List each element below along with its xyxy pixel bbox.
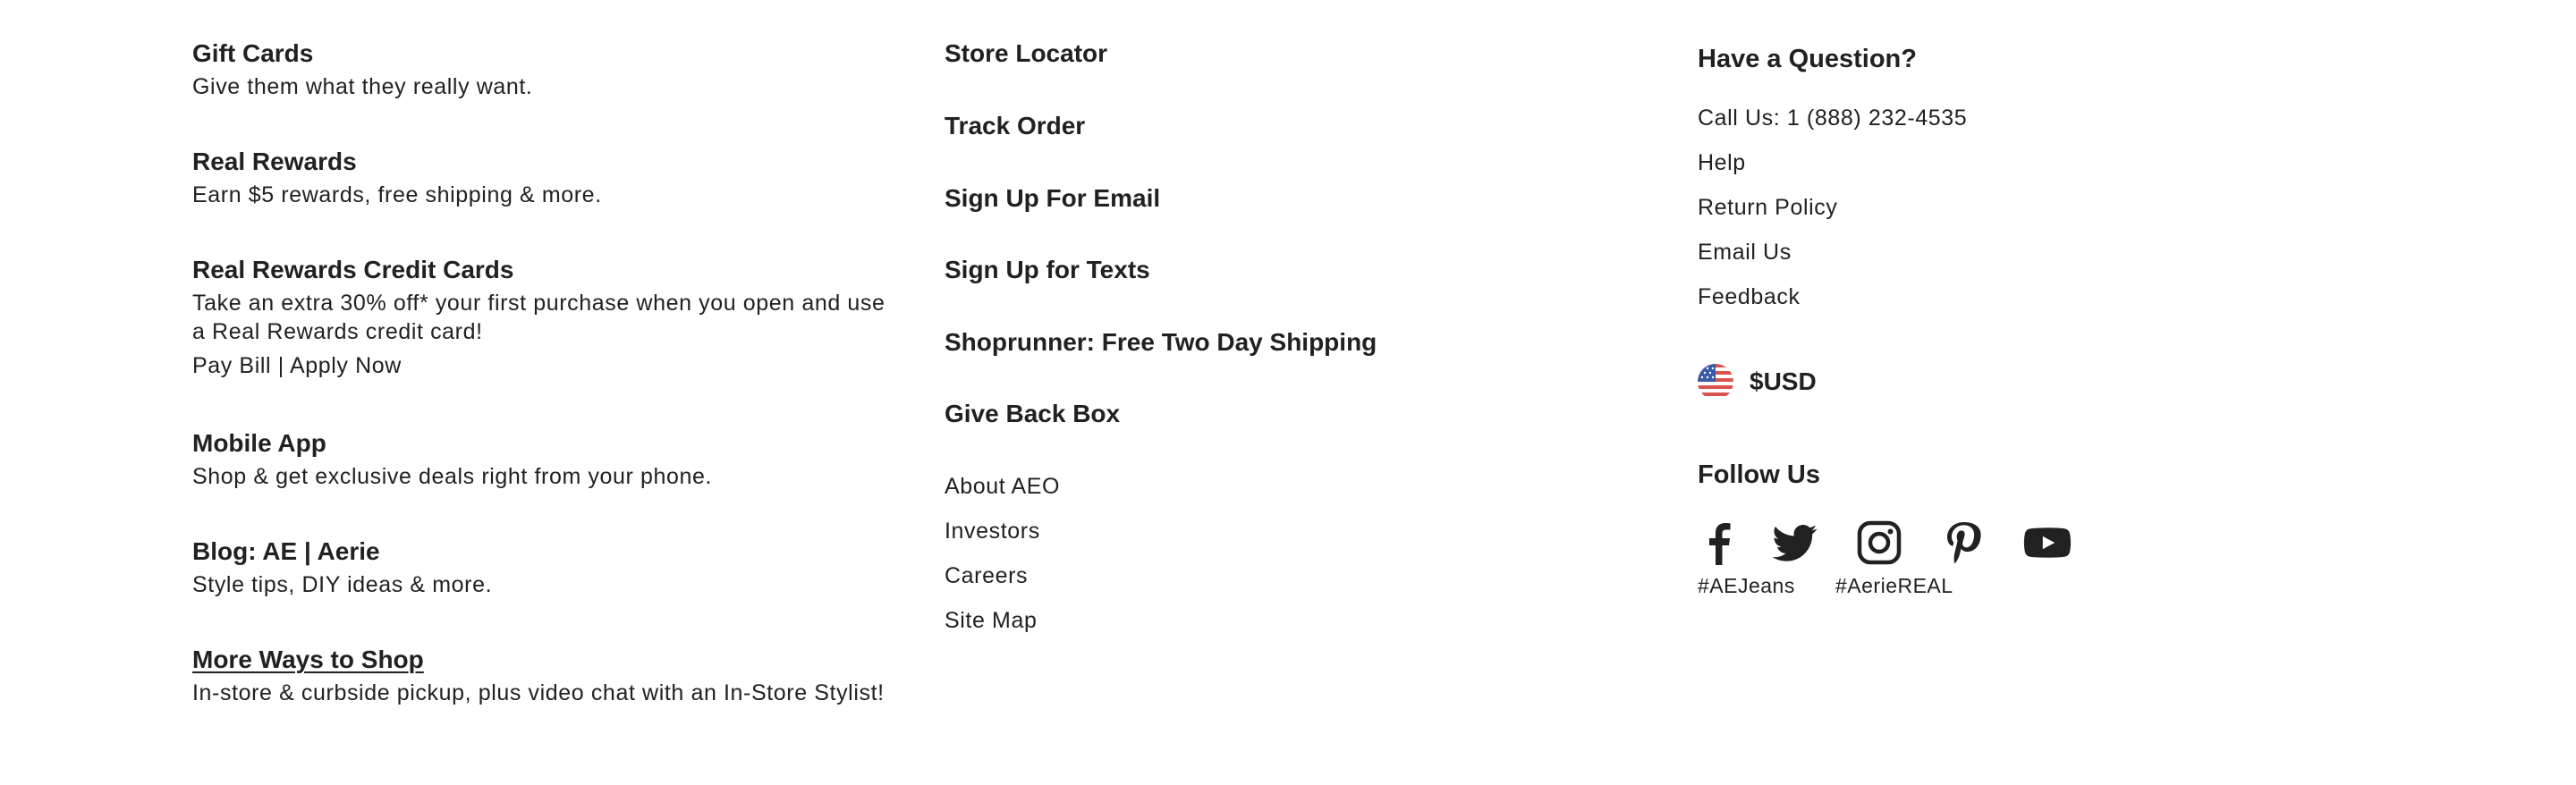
- careers-link[interactable]: Careers: [945, 561, 1028, 590]
- promo-credit-cards: Real Rewards Credit Cards Take an extra …: [192, 255, 886, 380]
- track-order-link[interactable]: Track Order: [945, 111, 1085, 141]
- currency-label: $USD: [1750, 367, 1817, 395]
- promo-title[interactable]: Real Rewards: [192, 147, 602, 177]
- promo-mobile-app[interactable]: Mobile App Shop & get exclusive deals ri…: [192, 428, 712, 491]
- us-flag-icon: [1698, 364, 1733, 400]
- promo-description: Style tips, DIY ideas & more.: [192, 572, 493, 597]
- more-ways-to-shop-link[interactable]: More Ways to Shop: [192, 645, 885, 675]
- promo-blog[interactable]: Blog: AE | Aerie Style tips, DIY ideas &…: [192, 536, 492, 599]
- email-signup-link[interactable]: Sign Up For Email: [945, 183, 1160, 214]
- promo-title[interactable]: Gift Cards: [192, 38, 532, 69]
- support-heading: Have a Question?: [1698, 45, 1917, 73]
- youtube-icon[interactable]: [2023, 520, 2072, 565]
- follow-us-heading: Follow Us: [1698, 460, 1820, 489]
- investors-link[interactable]: Investors: [945, 517, 1040, 545]
- promo-more-ways[interactable]: More Ways to Shop In-store & curbside pi…: [192, 645, 885, 707]
- promo-title[interactable]: Mobile App: [192, 428, 712, 459]
- apply-now-link[interactable]: Apply Now: [290, 353, 402, 378]
- shoprunner-link[interactable]: Shoprunner: Free Two Day Shipping: [945, 327, 1377, 358]
- hashtag-aeriereal[interactable]: #AerieREAL: [1835, 572, 1953, 599]
- promo-description: Earn $5 rewards, free shipping & more.: [192, 182, 602, 207]
- feedback-link[interactable]: Feedback: [1698, 283, 1801, 311]
- promo-description: In-store & curbside pickup, plus video c…: [192, 680, 885, 705]
- site-map-link[interactable]: Site Map: [945, 606, 1037, 635]
- promo-real-rewards[interactable]: Real Rewards Earn $5 rewards, free shipp…: [192, 147, 602, 209]
- facebook-icon[interactable]: [1698, 520, 1742, 565]
- email-us-link[interactable]: Email Us: [1698, 238, 1792, 266]
- store-locator-link[interactable]: Store Locator: [945, 38, 1107, 69]
- about-aeo-link[interactable]: About AEO: [945, 472, 1060, 501]
- promo-description-line: a Real Rewards credit card!: [192, 319, 483, 344]
- instagram-icon[interactable]: [1857, 520, 1902, 565]
- twitter-icon[interactable]: [1773, 520, 1818, 565]
- site-footer: Gift Cards Give them what they really wa…: [0, 0, 2576, 785]
- hashtag-aejeans[interactable]: #AEJeans: [1698, 572, 1795, 599]
- give-back-box-link[interactable]: Give Back Box: [945, 399, 1120, 429]
- help-link[interactable]: Help: [1698, 148, 1746, 177]
- return-policy-link[interactable]: Return Policy: [1698, 193, 1837, 222]
- call-us-link[interactable]: Call Us: 1 (888) 232-4535: [1698, 104, 1967, 132]
- promo-title[interactable]: Real Rewards Credit Cards: [192, 255, 886, 285]
- pay-bill-link[interactable]: Pay Bill: [192, 353, 271, 378]
- pinterest-icon[interactable]: [1941, 520, 1986, 565]
- promo-description-line: Take an extra 30% off* your first purcha…: [192, 291, 886, 316]
- promo-description: Give them what they really want.: [192, 74, 533, 99]
- credit-card-links: Pay Bill | Apply Now: [192, 351, 886, 380]
- link-separator: |: [277, 353, 284, 378]
- text-signup-link[interactable]: Sign Up for Texts: [945, 255, 1150, 285]
- currency-selector[interactable]: $USD: [1698, 362, 1817, 401]
- promo-gift-cards[interactable]: Gift Cards Give them what they really wa…: [192, 38, 532, 101]
- promo-description: Shop & get exclusive deals right from yo…: [192, 464, 713, 489]
- promo-title[interactable]: Blog: AE | Aerie: [192, 536, 492, 567]
